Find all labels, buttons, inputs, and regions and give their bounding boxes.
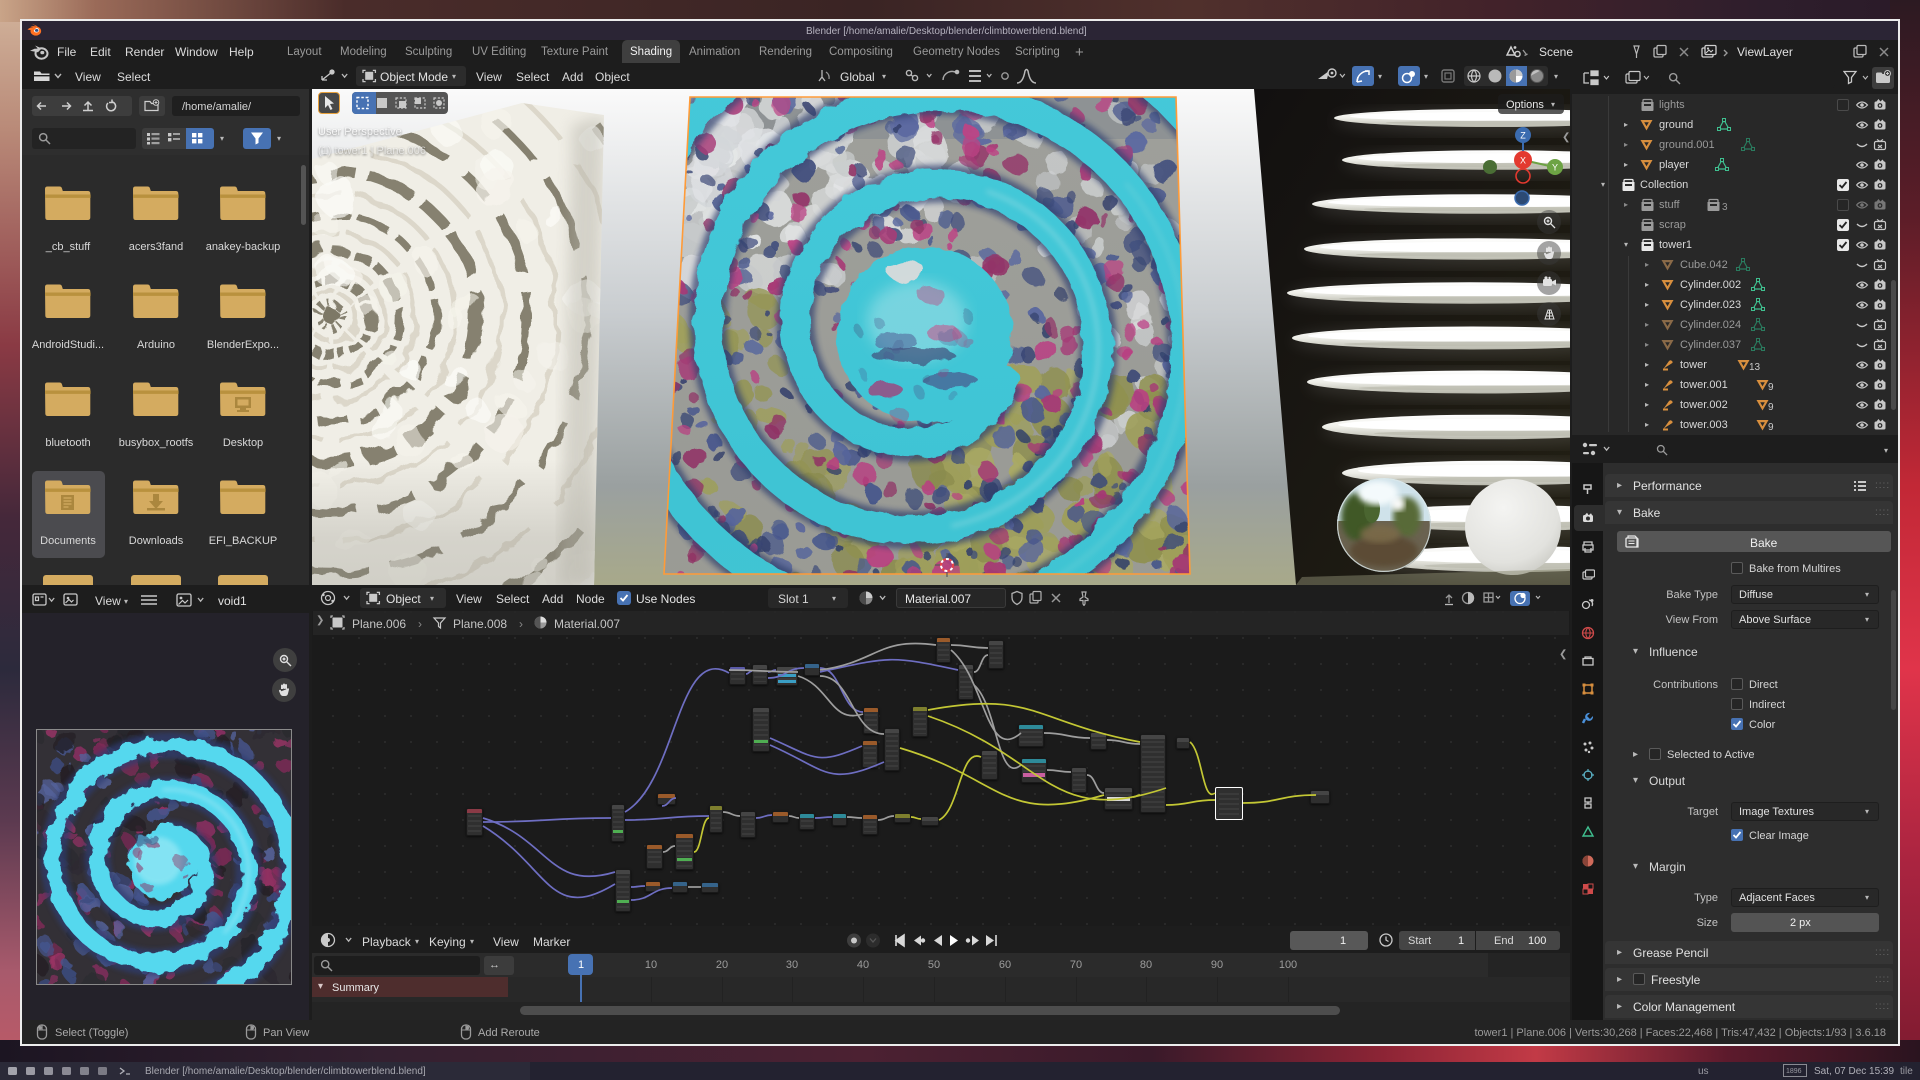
svg-text:Y: Y	[1552, 163, 1558, 173]
svg-text:Z: Z	[1520, 131, 1526, 141]
svg-text:X: X	[1520, 156, 1526, 166]
